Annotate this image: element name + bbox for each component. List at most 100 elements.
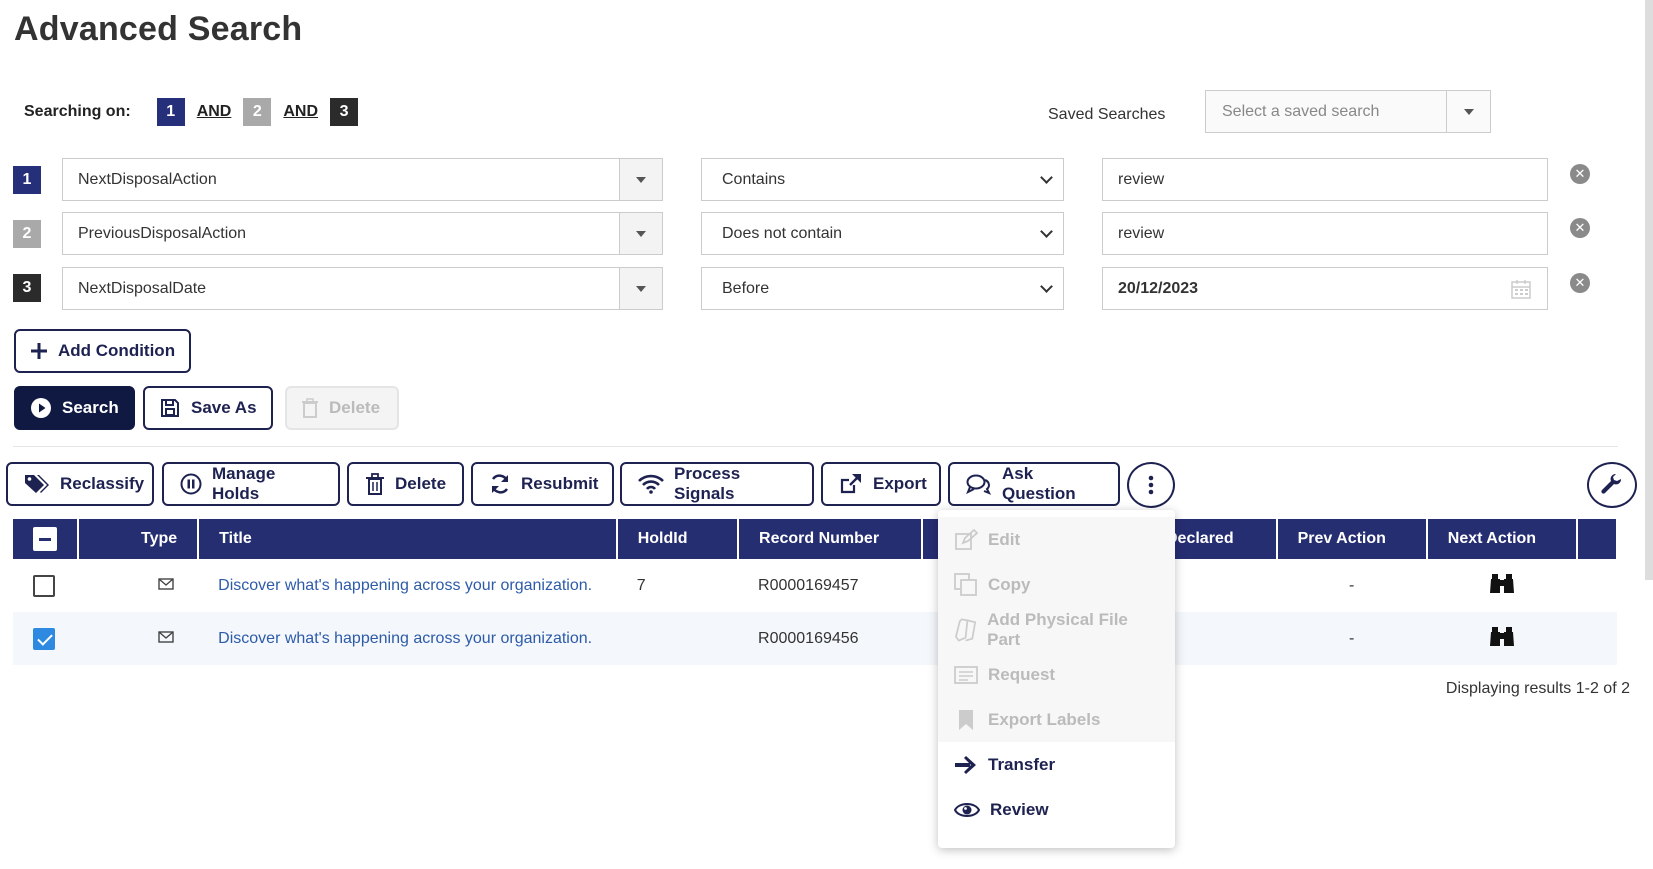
condition-field-value: NextDisposalDate [78,280,207,297]
chevron-down-icon [1040,170,1053,184]
add-condition-button[interactable]: Add Condition [14,329,192,373]
menu-item-export-labels[interactable]: Export Labels [938,697,1175,742]
holdid-cell: 7 [636,576,646,594]
page-scrollbar[interactable] [1645,0,1653,580]
condition-field-combo-3[interactable]: NextDisposalDate [62,267,663,310]
row-checkbox-checked[interactable] [33,627,55,650]
condition-badge-3: 3 [330,98,359,126]
menu-item-label: Copy [988,574,1031,594]
menu-item-review[interactable]: Review [938,787,1175,832]
column-header-record-number[interactable]: Record Number [738,519,923,559]
reclassify-label: Reclassify [60,474,145,493]
column-header-type[interactable]: Type [78,519,200,559]
field-dropdown-button[interactable] [619,159,662,200]
export-label: Export [873,474,927,493]
results-table: Type Title HoldId Record Number te Decla… [13,519,1618,665]
menu-item-edit[interactable]: Edit [938,517,1175,562]
column-header-next-action[interactable]: Next Action [1426,519,1579,559]
remove-condition-2-button[interactable]: ✕ [1570,218,1590,238]
record-number-cell: R0000169456 [738,612,922,665]
envelope-icon [158,630,174,643]
manage-holds-label: Manage Holds [212,464,276,503]
menu-item-request[interactable]: Request [938,652,1175,697]
and-toggle-1[interactable]: AND [197,103,232,121]
binoculars-icon[interactable] [1489,624,1515,648]
condition-row-badge-1: 1 [13,166,41,194]
record-title-link[interactable]: Discover what's happening across your or… [218,577,592,594]
chevron-down-icon [1040,224,1053,238]
searching-on-label: Searching on: [24,103,131,120]
condition-badge-2: 2 [243,98,272,126]
search-button[interactable]: Search [14,386,135,430]
condition-field-value: PreviousDisposalAction [78,225,247,242]
condition-value-input-1[interactable]: review [1102,158,1548,201]
menu-item-copy[interactable]: Copy [938,562,1175,607]
prev-action-cell: - [1349,576,1355,594]
column-header-spacer [1577,519,1618,559]
field-dropdown-button[interactable] [619,213,662,254]
remove-condition-1-button[interactable]: ✕ [1570,164,1590,184]
next-action-cell [1427,559,1577,612]
caret-down-icon [636,285,646,292]
saved-search-select[interactable]: Select a saved search [1205,90,1491,133]
condition-operator-select-1[interactable]: Contains [701,158,1064,201]
manage-holds-button[interactable]: Manage Holds [162,462,340,506]
condition-field-combo-2[interactable]: PreviousDisposalAction [62,212,663,255]
delete-search-button[interactable]: Delete [285,386,399,430]
type-cell [78,559,198,612]
condition-operator-select-3[interactable]: Before [701,267,1064,310]
reclassify-button[interactable]: Reclassify [6,462,154,506]
results-count: Displaying results 1-2 of 2 [1445,680,1630,697]
trash-icon [366,473,384,495]
operator-value: Before [722,279,770,297]
binoculars-icon[interactable] [1489,571,1515,595]
table-row[interactable]: Discover what's happening across your or… [13,559,1617,612]
menu-item-transfer[interactable]: Transfer [938,742,1175,787]
eye-icon [954,802,980,817]
saved-searches-label: Saved Searches [1048,106,1166,123]
tags-icon [25,475,49,493]
export-button[interactable]: Export [821,462,941,506]
pause-circle-icon [180,473,202,495]
calendar-icon[interactable] [1510,278,1532,300]
process-signals-button[interactable]: Process Signals [620,462,814,506]
settings-wrench-button[interactable] [1587,462,1637,508]
caret-down-icon [636,230,646,237]
column-header-holdid[interactable]: HoldId [616,519,740,559]
menu-item-label: Request [988,664,1056,684]
saved-search-dropdown-button[interactable] [1446,91,1490,132]
save-as-button[interactable]: Save As [143,386,273,430]
record-title-link[interactable]: Discover what's happening across your or… [218,630,592,647]
field-dropdown-button[interactable] [619,268,662,309]
more-actions-button[interactable] [1127,462,1175,508]
remove-condition-3-button[interactable]: ✕ [1570,273,1590,293]
column-header-prev-action[interactable]: Prev Action [1276,519,1428,559]
search-label: Search [62,398,119,417]
next-action-cell [1426,612,1577,665]
menu-item-label: Add Physical File Part [987,609,1128,649]
condition-field-combo-1[interactable]: NextDisposalAction [62,158,663,201]
spacer-cell [1577,559,1617,612]
caret-down-icon [1463,108,1474,115]
select-all-checkbox[interactable] [33,527,57,551]
add-condition-label: Add Condition [58,341,176,360]
bookmark-icon [959,709,973,730]
column-header-title[interactable]: Title [198,519,618,559]
select-all-header[interactable] [13,519,79,559]
row-checkbox[interactable] [33,574,55,597]
condition-row-badge-2: 2 [13,220,41,248]
menu-item-add-physical-file-part[interactable]: Add Physical File Part [938,607,1175,652]
and-toggle-2[interactable]: AND [283,103,318,121]
ask-question-button[interactable]: Ask Question [948,462,1120,506]
condition-date-input-3[interactable]: 20/12/2023 [1102,267,1548,310]
comments-icon [966,474,992,495]
table-header-row: Type Title HoldId Record Number te Decla… [13,519,1618,559]
condition-operator-select-2[interactable]: Does not contain [701,212,1064,255]
condition-value-input-2[interactable]: review [1102,212,1548,255]
delete-records-button[interactable]: Delete [347,462,464,506]
condition-value: review [1118,170,1165,188]
table-row[interactable]: Discover what's happening across your or… [13,612,1617,665]
resubmit-button[interactable]: Resubmit [471,462,614,506]
add-file-part-icon [954,617,977,642]
section-divider [13,446,1618,447]
